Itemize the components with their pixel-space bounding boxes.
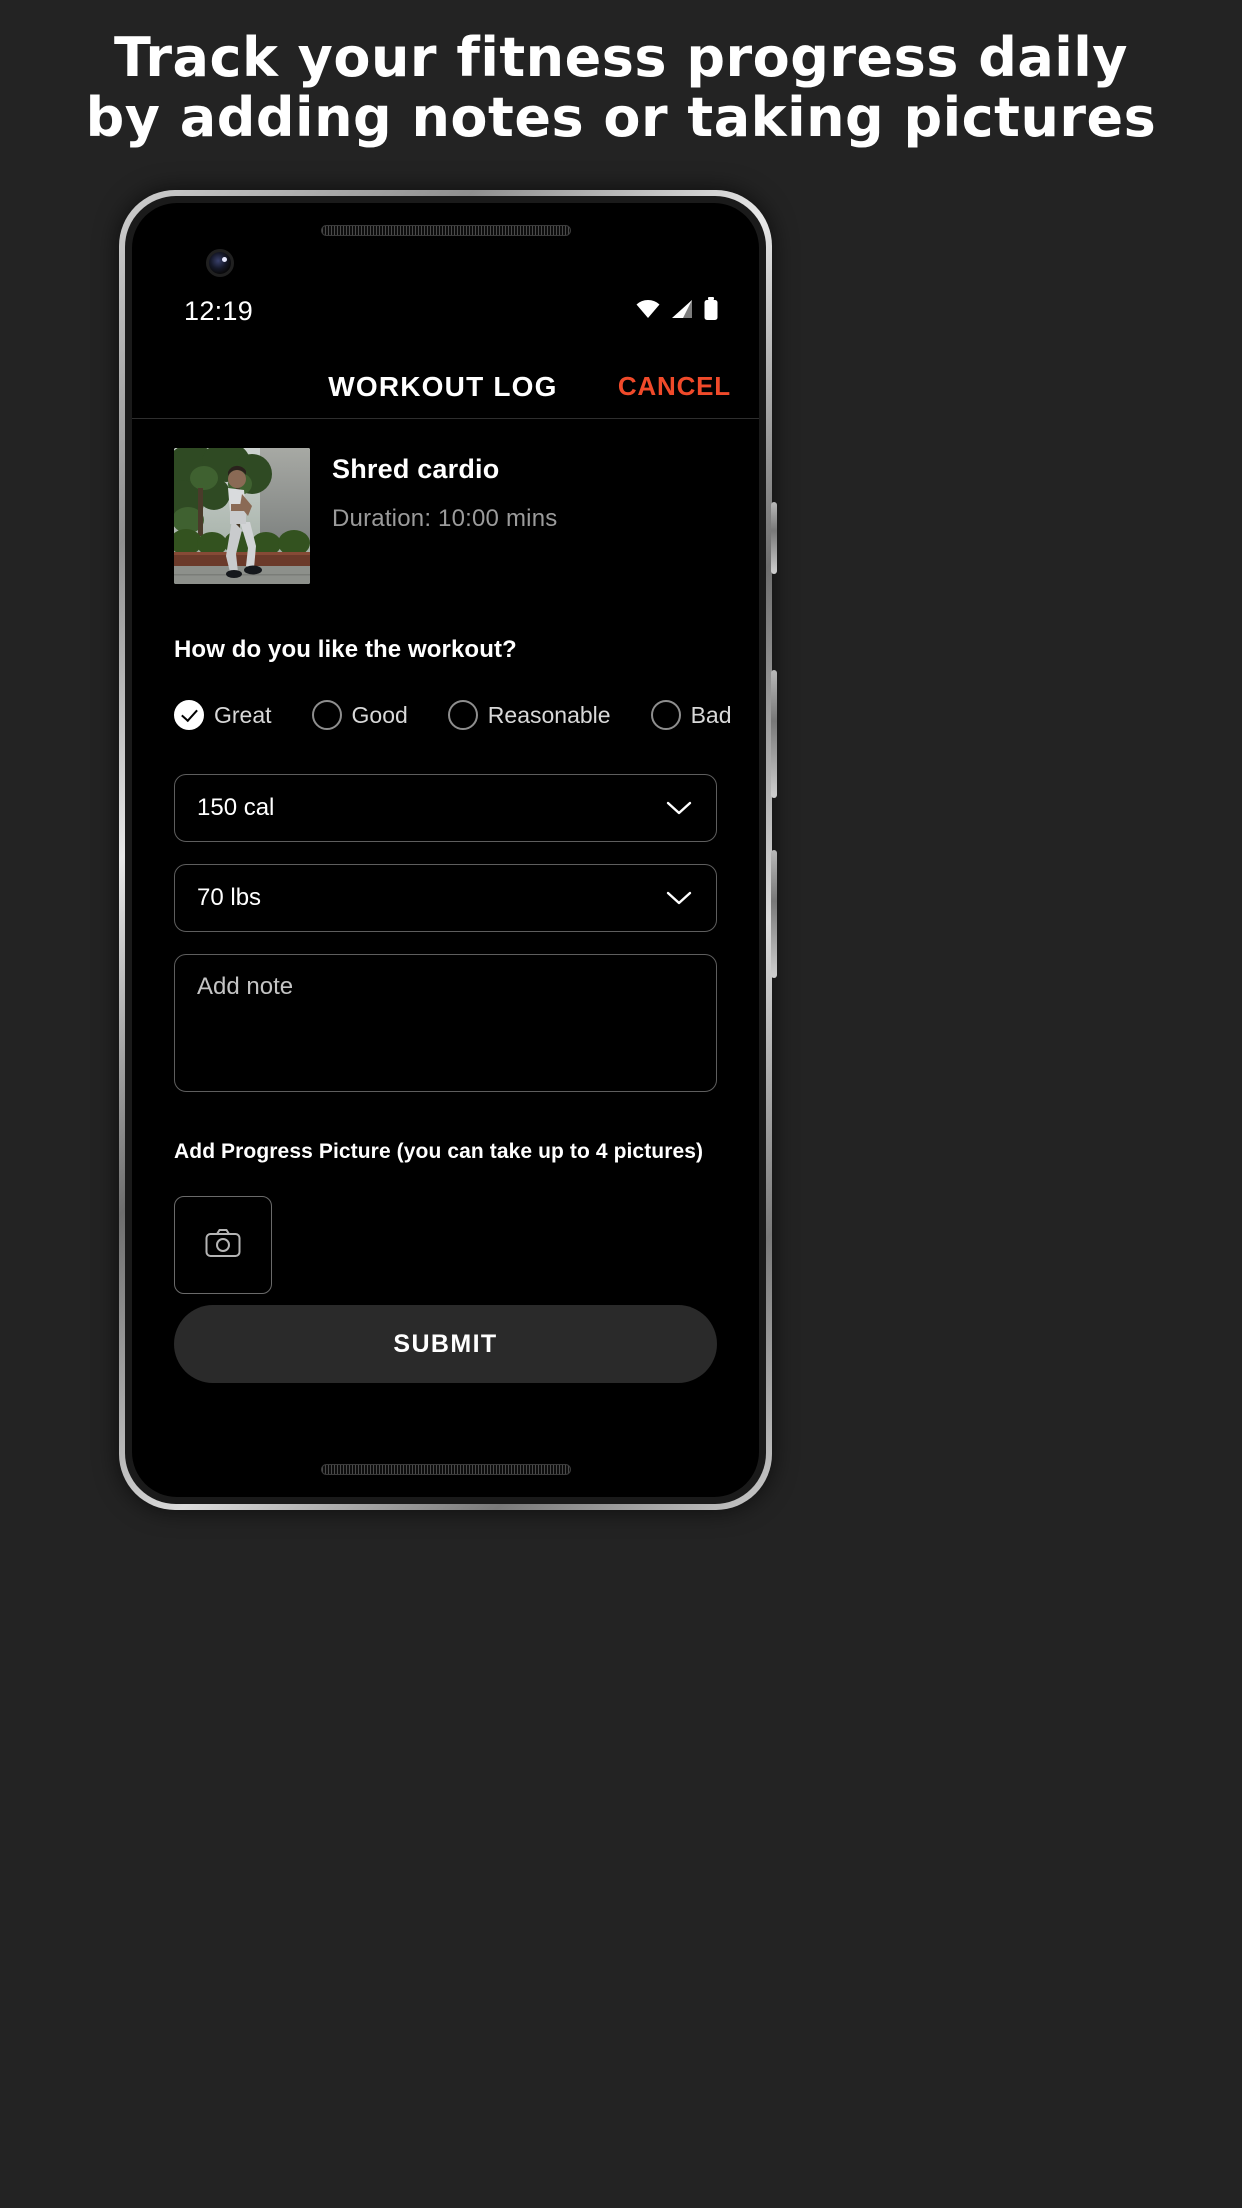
chevron-down-icon bbox=[666, 891, 692, 905]
camera-icon bbox=[205, 1228, 241, 1263]
page-title: WORKOUT LOG bbox=[328, 370, 558, 402]
rating-option-reasonable[interactable]: Reasonable bbox=[447, 700, 611, 730]
progress-picture-label: Add Progress Picture (you can take up to… bbox=[174, 1140, 704, 1163]
workout-log-form: Shred cardio Duration: 10:00 mins How do… bbox=[132, 420, 759, 1497]
chevron-down-icon bbox=[666, 801, 692, 815]
workout-name: Shred cardio bbox=[332, 454, 500, 484]
status-bar: 12:19 bbox=[132, 291, 759, 331]
workout-duration: Duration: 10:00 mins bbox=[332, 505, 558, 532]
weight-dropdown[interactable]: 70 lbs bbox=[174, 864, 717, 932]
workout-summary-card: Shred cardio Duration: 10:00 mins bbox=[174, 448, 717, 584]
phone-volume-down-button[interactable] bbox=[771, 850, 777, 978]
rating-option-bad-label: Bad bbox=[690, 701, 732, 728]
rating-options-group: Great Good Reasonable Bad bbox=[174, 700, 732, 730]
status-bar-time: 12:19 bbox=[184, 295, 254, 326]
status-bar-icons bbox=[635, 296, 719, 326]
weight-value: 70 lbs bbox=[197, 884, 262, 911]
promo-headline: Track your fitness progress daily by add… bbox=[0, 0, 1242, 148]
rating-option-bad[interactable]: Bad bbox=[650, 700, 732, 730]
phone-screen: 12:19 WORKOUT LOG CANCEL Shred cardio Du… bbox=[132, 203, 759, 1497]
phone-mockup: 12:19 WORKOUT LOG CANCEL Shred cardio Du… bbox=[119, 190, 777, 1510]
phone-volume-up-button[interactable] bbox=[771, 670, 777, 798]
radio-reasonable-icon[interactable] bbox=[447, 700, 478, 730]
add-picture-button[interactable] bbox=[174, 1196, 272, 1294]
front-camera-icon bbox=[206, 249, 234, 277]
note-placeholder: Add note bbox=[197, 973, 294, 1000]
radio-great-icon[interactable] bbox=[174, 700, 204, 730]
radio-good-icon[interactable] bbox=[311, 700, 342, 730]
promo-headline-line-2: by adding notes or taking pictures bbox=[85, 86, 1157, 149]
cancel-button[interactable]: CANCEL bbox=[618, 371, 731, 402]
submit-button-label: SUBMIT bbox=[393, 1329, 498, 1358]
rating-option-great-label: Great bbox=[214, 701, 272, 728]
rating-option-reasonable-label: Reasonable bbox=[487, 701, 611, 728]
cellular-signal-icon bbox=[670, 299, 694, 324]
earpiece-speaker-grille bbox=[320, 225, 571, 236]
workout-summary-text: Shred cardio Duration: 10:00 mins bbox=[332, 448, 557, 533]
submit-button[interactable]: SUBMIT bbox=[174, 1305, 717, 1383]
rating-question-label: How do you like the workout? bbox=[174, 636, 517, 663]
rating-option-good-label: Good bbox=[351, 701, 408, 728]
note-input[interactable]: Add note bbox=[174, 954, 717, 1092]
promo-headline-line-1: Track your fitness progress daily bbox=[113, 26, 1129, 89]
app-header: WORKOUT LOG CANCEL bbox=[132, 355, 759, 419]
workout-thumbnail bbox=[174, 448, 310, 584]
calories-dropdown[interactable]: 150 cal bbox=[174, 774, 717, 842]
radio-bad-icon[interactable] bbox=[650, 700, 681, 730]
phone-side-button-top[interactable] bbox=[771, 502, 777, 574]
rating-option-good[interactable]: Good bbox=[311, 700, 408, 730]
battery-icon bbox=[703, 296, 719, 326]
calories-value: 150 cal bbox=[197, 794, 275, 821]
wifi-icon bbox=[635, 299, 661, 324]
rating-option-great[interactable]: Great bbox=[174, 700, 272, 730]
